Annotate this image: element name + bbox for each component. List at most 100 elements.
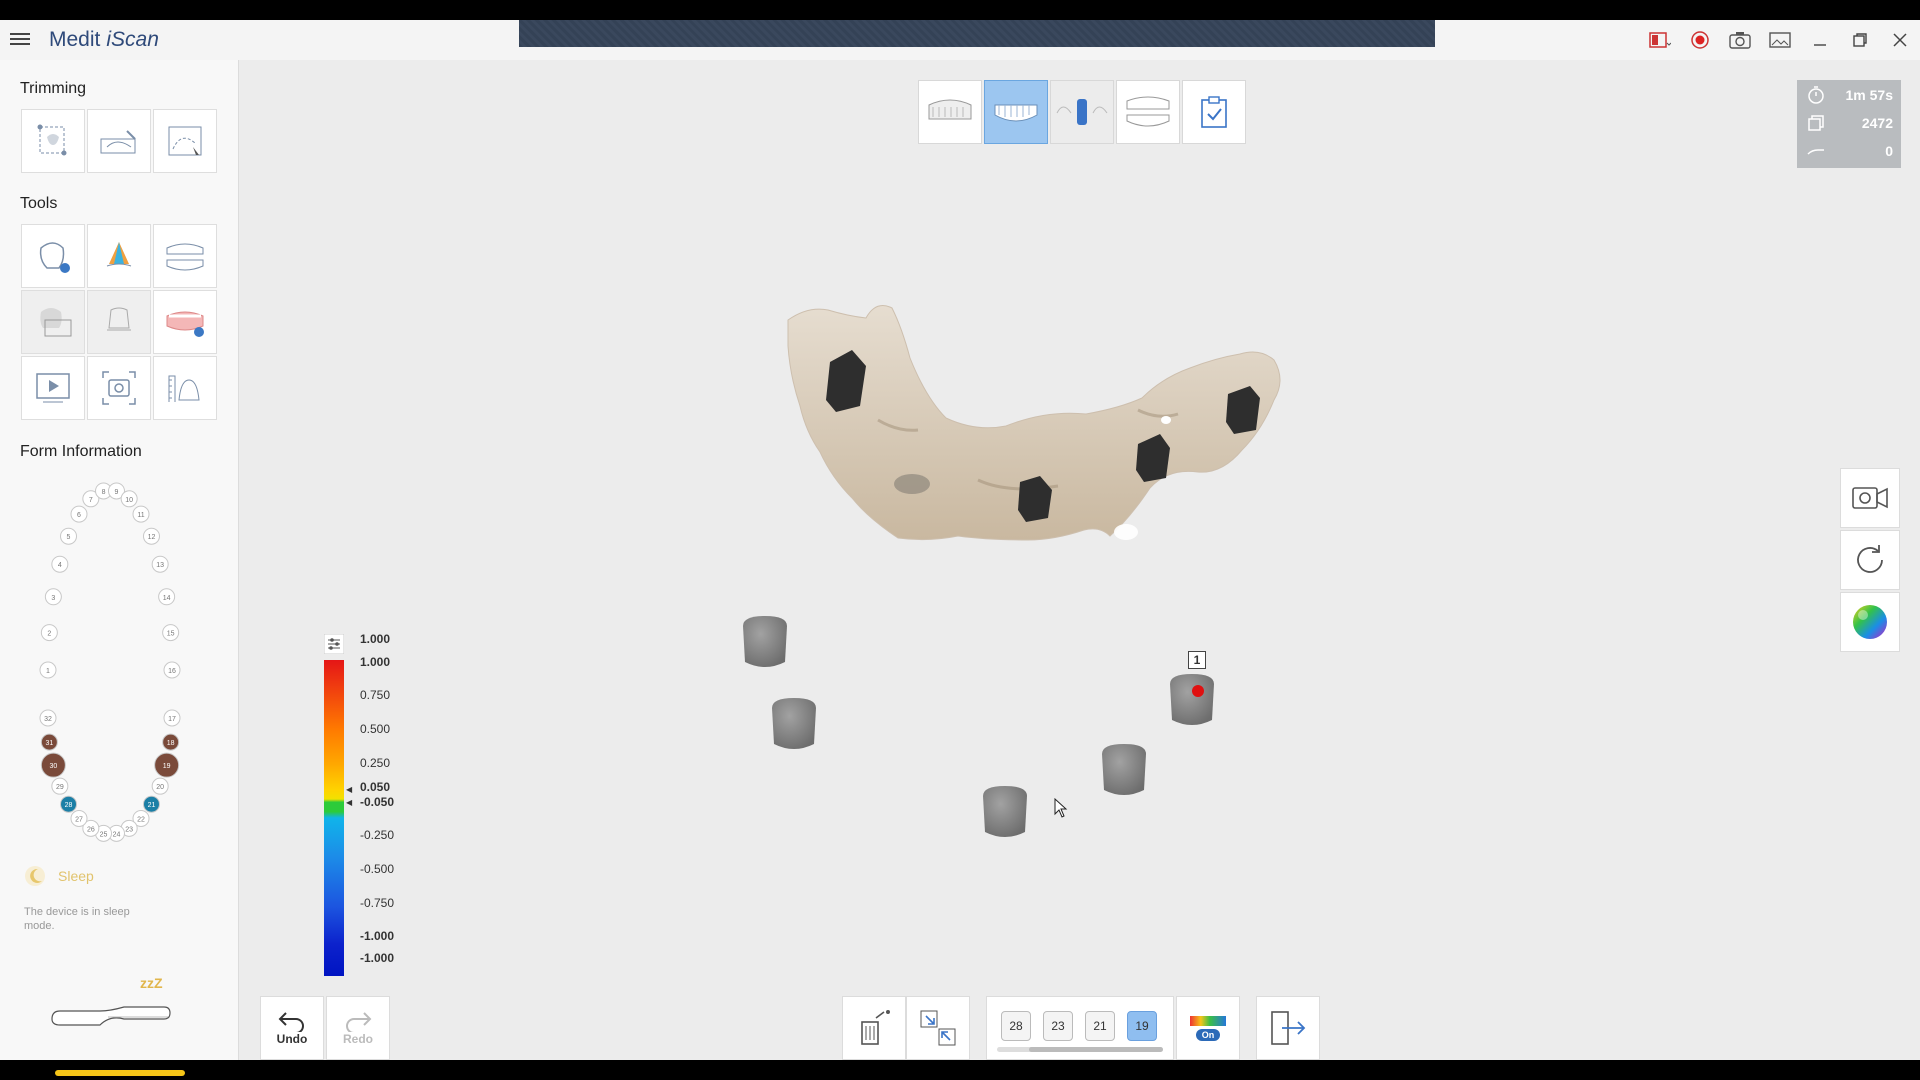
color-bar-icon (1190, 1015, 1226, 1026)
scale-marker-icon[interactable]: ◀ (346, 798, 352, 807)
scale-tick: 1.000 (360, 632, 391, 646)
tooth-31[interactable]: 31 (40, 733, 58, 751)
tooth-button-selected[interactable]: 19 (1127, 1011, 1157, 1041)
left-sidebar: Trimming Tools Form Information 1 2 3 4 … (0, 60, 239, 1076)
tooth-27[interactable]: 27 (70, 809, 88, 827)
play-tool-button[interactable] (21, 356, 85, 420)
title-bar: Medit iScan (0, 20, 1920, 60)
gingiva-tool-button[interactable] (153, 290, 217, 354)
scale-marker-icon[interactable]: ◀ (346, 785, 352, 794)
tooth-number: 23 (125, 826, 133, 833)
color-map-toggle[interactable]: On (1176, 996, 1240, 1060)
tooth-button[interactable]: 28 (1001, 1011, 1031, 1041)
screen-record-icon[interactable] (1640, 20, 1680, 60)
section-view-tool-button[interactable] (21, 290, 85, 354)
tooth-14[interactable]: 14 (158, 588, 176, 606)
logo-main: Medit (49, 28, 101, 51)
restore-icon[interactable] (1840, 20, 1880, 60)
tooth-18[interactable]: 18 (162, 733, 180, 751)
smart-color-tool-button[interactable] (87, 224, 151, 288)
tooth-number: 26 (87, 826, 95, 833)
tooth-19[interactable]: 19 (154, 752, 180, 778)
tooth-13[interactable]: 13 (151, 555, 169, 573)
tab-scan-body[interactable] (1050, 80, 1114, 144)
tooth-32[interactable]: 32 (39, 709, 57, 727)
tooth-10[interactable]: 10 (120, 490, 138, 508)
video-camera-icon (1852, 487, 1888, 509)
scan-status-bar (519, 20, 1435, 47)
tooth-4[interactable]: 4 (51, 555, 69, 573)
tooth-button[interactable]: 23 (1043, 1011, 1073, 1041)
trim-plane-tool-button[interactable] (87, 109, 151, 173)
scale-tick: -1.000 (360, 951, 395, 965)
3d-viewport[interactable]: 1 (238, 60, 1920, 1060)
tooth-17[interactable]: 17 (163, 709, 181, 727)
tooth-number: 1 (46, 668, 50, 675)
tooth-1[interactable]: 1 (39, 661, 57, 679)
undo-button[interactable]: Undo (260, 996, 324, 1060)
frames-icon (1808, 115, 1824, 131)
tooth-number: 18 (167, 740, 175, 747)
scan-body-caps (743, 616, 1214, 837)
record-icon[interactable] (1680, 20, 1720, 60)
tooth-6[interactable]: 6 (70, 505, 88, 523)
tooth-scrollbar[interactable] (997, 1047, 1163, 1052)
scrollbar-thumb[interactable] (1029, 1047, 1163, 1052)
tooth-12[interactable]: 12 (142, 527, 160, 545)
tab-mandible[interactable] (984, 80, 1048, 144)
redo-button[interactable]: Redo (326, 996, 390, 1060)
color-cone-icon (106, 242, 132, 267)
measure-tool-button[interactable] (153, 356, 217, 420)
scale-tick: 0.750 (360, 688, 391, 702)
camera-icon[interactable] (1720, 20, 1760, 60)
capture-tool-button[interactable] (87, 356, 151, 420)
tooth-29[interactable]: 29 (51, 777, 69, 795)
trim-lasso-tool-button[interactable] (153, 109, 217, 173)
video-view-button[interactable] (1840, 468, 1900, 528)
scale-tick: 0.050 (360, 780, 391, 794)
occlusion-icon (1126, 96, 1170, 127)
menu-icon[interactable] (10, 30, 30, 50)
battery-bar (55, 1070, 185, 1076)
tab-review[interactable] (1182, 80, 1246, 144)
tab-occlusion[interactable] (1116, 80, 1180, 144)
tooth-11[interactable]: 11 (132, 505, 150, 523)
tooth-20[interactable]: 20 (151, 777, 169, 795)
lock-data-tool-button[interactable] (21, 224, 85, 288)
reset-view-button[interactable] (1840, 530, 1900, 590)
scale-settings-icon[interactable] (324, 634, 344, 654)
tooth-21[interactable]: 21 (142, 795, 160, 813)
exit-button[interactable] (1256, 996, 1320, 1060)
close-icon[interactable] (1880, 20, 1920, 60)
capture-icon (102, 371, 136, 405)
refresh-icon (1857, 545, 1883, 573)
tooth-number: 25 (100, 831, 108, 838)
align-button[interactable] (906, 996, 970, 1060)
stat-time: 1m 57s (1797, 82, 1901, 108)
trim-select-tool-button[interactable] (21, 109, 85, 173)
tooth-15[interactable]: 15 (162, 624, 180, 642)
color-map-button[interactable] (1840, 592, 1900, 652)
tooth-number: 15 (167, 631, 175, 638)
deviation-color-scale (324, 660, 344, 976)
undo-icon (278, 1012, 304, 1032)
tooth-button[interactable]: 21 (1085, 1011, 1115, 1041)
tooth-16[interactable]: 16 (163, 661, 181, 679)
occlusion-tool-button[interactable] (153, 224, 217, 288)
minimize-icon[interactable] (1800, 20, 1840, 60)
tooth-5[interactable]: 5 (60, 527, 78, 545)
trim-plane-icon (100, 130, 136, 154)
tooth-number: 8 (102, 489, 106, 496)
gallery-icon[interactable] (1760, 20, 1800, 60)
scan-model[interactable] (238, 60, 1920, 1060)
tab-maxilla[interactable] (918, 80, 982, 144)
delete-scan-body-button[interactable] (842, 996, 906, 1060)
tooth-chart[interactable]: 12345678 91011121314151617181920212223242… (10, 480, 210, 860)
tooth-28[interactable]: 28 (60, 795, 78, 813)
stat-count-value: 0 (1885, 143, 1893, 159)
tooth-2[interactable]: 2 (40, 624, 58, 642)
tooth-30[interactable]: 30 (40, 752, 66, 778)
undercut-tool-button[interactable] (87, 290, 151, 354)
scale-tick: -0.250 (360, 828, 395, 842)
tooth-3[interactable]: 3 (44, 588, 62, 606)
